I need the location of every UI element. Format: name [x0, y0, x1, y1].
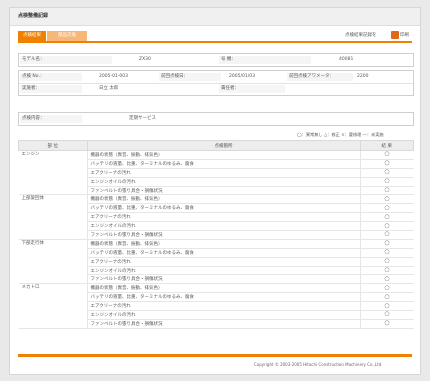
inspection-item-cell: エアクリーナの汚れ: [87, 212, 360, 223]
inspection-item-cell: 機器の状態（異音、振動、排気色）: [87, 283, 360, 294]
result-cell: ◯: [359, 221, 414, 232]
inspection-item-cell: バッテリの液量、比重、ターミナルのゆるみ、腐食: [87, 248, 360, 258]
inspection-item-cell: エアクリーナの汚れ: [87, 301, 360, 312]
column-header-part: 部 位: [18, 140, 88, 151]
column-header-result: 結 果: [359, 140, 414, 151]
inspection-type-label: 点検内容：: [20, 115, 82, 123]
result-cell: ◯: [359, 248, 414, 258]
inspection-table-body: エンジン 機器の状態（異音、振動、排気色） ◯ バッテリの液量、比重、ターミナルのゆる…: [18, 150, 414, 329]
tab-underline: [18, 41, 412, 43]
inspection-item-cell: バッテリの液量、比重、ターミナルのゆるみ、腐食: [87, 292, 360, 303]
record-no-value: 2005-01-003: [99, 74, 129, 79]
result-cell: ◯: [359, 310, 414, 320]
tab-parts-replacement[interactable]: 部品交換: [47, 31, 87, 41]
prev-hourmeter-label: 前回点検アワメータ：: [287, 73, 353, 81]
part-category-cell: エンジン: [18, 150, 88, 196]
tab-inspection-results[interactable]: 点検結果: [18, 31, 46, 41]
table-row: 上部旋回体 機器の状態（異音、振動、排気色） ◯: [18, 194, 414, 240]
inspection-item-cell: エアクリーナの汚れ: [87, 168, 360, 178]
machine-info-box: モデル名： ZX30 号 機： 40081: [18, 53, 414, 67]
record-info-box: 点検 No.： 2005-01-003 前回点検日： 2005/01/03 前回…: [18, 70, 414, 96]
result-cell: ◯: [359, 292, 414, 303]
result-cell: ◯: [359, 266, 414, 276]
result-cell: ◯: [359, 168, 414, 178]
column-header-item: 点検箇所: [86, 140, 361, 151]
result-cell: ◯: [359, 230, 414, 240]
inspection-item-cell: エンジンオイルの汚れ: [87, 266, 360, 276]
page-header: 点検整備記録: [10, 8, 420, 26]
inspection-item-cell: エンジンオイルの汚れ: [87, 310, 360, 320]
part-category-cell: 下部走行体: [18, 239, 88, 285]
inspection-item-cell: 機器の状態（異音、振動、排気色）: [87, 150, 360, 160]
inspection-table: 部 位 点検箇所 結 果 エンジン 機器の状態（異音、振動、排気色） ◯ バッテリの液…: [18, 140, 414, 329]
print-label[interactable]: 印刷: [400, 32, 409, 38]
inspection-item-cell: バッテリの液量、比重、ターミナルのゆるみ、腐食: [87, 203, 360, 214]
inspection-item-cell: ファンベルトの張り具合・損傷状況: [87, 186, 360, 196]
prev-hourmeter-value: 2200: [357, 74, 369, 79]
inspection-type-box: 点検内容： 定期サービス: [18, 112, 414, 126]
result-cell: ◯: [359, 177, 414, 187]
inspection-item-cell: エンジンオイルの汚れ: [87, 221, 360, 232]
result-cell: ◯: [359, 186, 414, 196]
inspection-item-cell: ファンベルトの張り具合・損傷状況: [87, 230, 360, 240]
result-cell: ◯: [359, 301, 414, 312]
supervisor-label: 責任者：: [219, 85, 285, 93]
prev-date-value: 2005/01/03: [229, 74, 255, 79]
part-category-cell: 上部旋回体: [18, 194, 88, 240]
result-cell: ◯: [359, 283, 414, 294]
result-cell: ◯: [359, 239, 414, 249]
result-cell: ◯: [359, 319, 414, 329]
table-row: メカトロ 機器の状態（異音、振動、排気色） ◯: [18, 283, 414, 329]
record-divider: [19, 83, 413, 84]
inspection-item-cell: ファンベルトの張り具合・損傷状況: [87, 274, 360, 285]
inspection-item-cell: 機器の状態（異音、振動、排気色）: [87, 239, 360, 249]
result-cell: ◯: [359, 274, 414, 285]
table-row: 下部走行体 機器の状態（異音、振動、排気色） ◯: [18, 239, 414, 285]
prev-date-label: 前回点検日：: [159, 73, 221, 81]
page-title: 点検整備記録: [18, 13, 49, 19]
result-cell: ◯: [359, 212, 414, 223]
inspection-type-value: 定期サービス: [129, 116, 156, 121]
footer-accent-bar: [18, 354, 412, 357]
copyright-text: Copyright © 2003-2005 Hitachi Constructi…: [254, 362, 383, 367]
inspection-item-cell: エアクリーナの汚れ: [87, 257, 360, 267]
serial-label: 号 機：: [219, 56, 311, 64]
print-icon[interactable]: [391, 31, 399, 39]
part-category-cell: メカトロ: [18, 283, 88, 329]
inspector-value: 日立 太郎: [99, 86, 119, 91]
result-cell: ◯: [359, 159, 414, 169]
inspector-label: 実施者：: [20, 85, 82, 93]
serial-value: 40081: [339, 57, 354, 62]
inspection-item-cell: バッテリの液量、比重、ターミナルのゆるみ、腐食: [87, 159, 360, 169]
table-row: エンジン 機器の状態（異音、振動、排気色） ◯: [18, 150, 414, 196]
inspection-item-cell: 機器の状態（異音、振動、排気色）: [87, 194, 360, 205]
print-record-link[interactable]: 点検結果記録を: [345, 32, 377, 38]
result-cell: ◯: [359, 150, 414, 160]
inspection-record-page: 点検整備記録 点検結果 部品交換 点検結果記録を 印刷 モデル名： ZX30 号…: [9, 7, 421, 375]
model-label: モデル名：: [20, 56, 112, 64]
model-value: ZX30: [139, 57, 151, 62]
result-cell: ◯: [359, 194, 414, 205]
result-cell: ◯: [359, 257, 414, 267]
result-legend: ◯：異常無し △：修正 ×：要修理 ―：未実施: [297, 132, 384, 137]
inspection-item-cell: ファンベルトの張り具合・損傷状況: [87, 319, 360, 329]
inspection-item-cell: エンジンオイルの汚れ: [87, 177, 360, 187]
result-cell: ◯: [359, 203, 414, 214]
record-no-label: 点検 No.：: [20, 73, 82, 81]
